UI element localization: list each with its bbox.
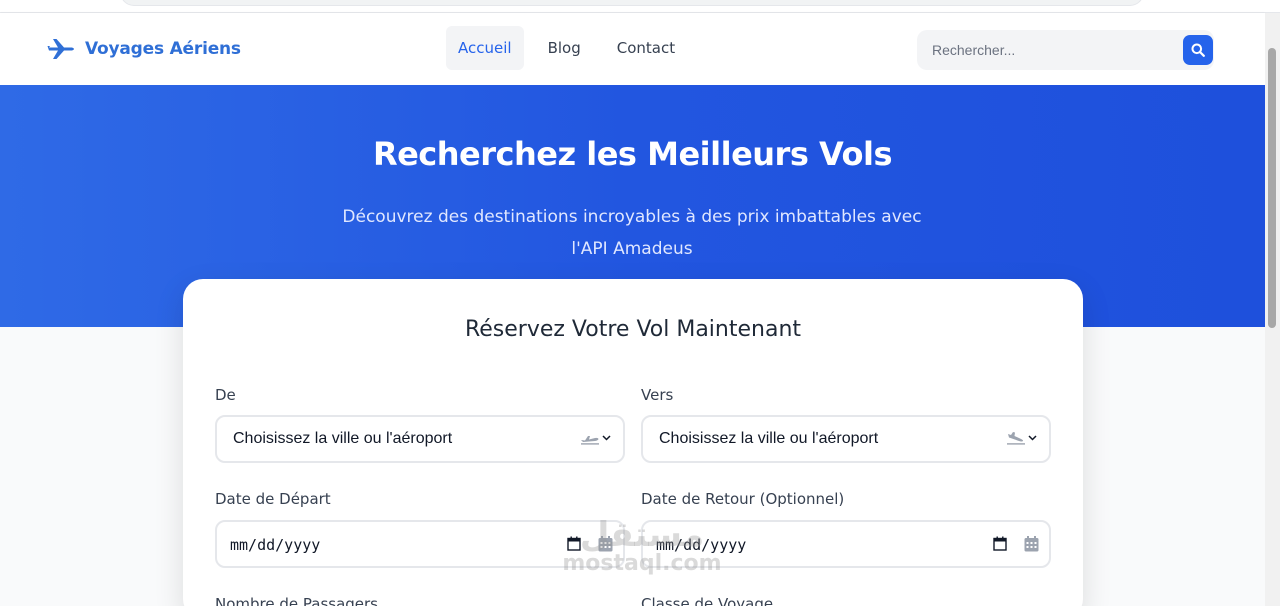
chevron-down-icon [602,435,611,441]
from-select[interactable]: Choisissez la ville ou l'aéroport [215,415,625,463]
plane-departure-icon [581,436,599,445]
hero-title: Recherchez les Meilleurs Vols [372,135,893,173]
booking-title: Réservez Votre Vol Maintenant [464,317,802,342]
plane-arrival-icon [1007,432,1025,445]
to-select[interactable]: Choisissez la ville ou l'aéroport [641,415,1051,463]
hero-subtitle: Découvrez des destinations incroyables à… [342,207,922,259]
class-label: Classe de Voyage [641,595,774,606]
browser-top-strip [0,0,1280,13]
nav-links: Accueil Blog Contact [446,26,699,70]
calendar-decor-icon [1024,536,1039,552]
search-icon [1191,43,1205,57]
watermark-latin: mostaql.com [562,551,722,576]
nav-link-contact[interactable]: Contact [605,26,687,70]
to-label: Vers [641,386,674,404]
passengers-label: Nombre de Passagers [215,595,379,606]
departure-date-value: mm/dd/yyyy [230,536,321,554]
navbar: Voyages Aériens Accueil Blog Contact [0,13,1265,85]
nav-link-accueil[interactable]: Accueil [446,26,524,70]
nav-link-blog[interactable]: Blog [536,26,593,70]
brand-name: Voyages Aériens [85,39,241,59]
return-date-label: Date de Retour (Optionnel) [641,490,845,508]
search-box [917,30,1214,70]
chevron-down-icon [1028,435,1037,441]
plane-icon [47,39,74,59]
search-input[interactable] [917,30,1177,70]
watermark: مستقل mostaql.com [562,518,722,576]
from-label: De [215,386,236,404]
browser-address-bar [120,0,1144,6]
to-select-value: Choisissez la ville ou l'aéroport [659,430,879,447]
watermark-arabic: مستقل [579,515,705,555]
search-button[interactable] [1183,35,1213,65]
brand-logo[interactable]: Voyages Aériens [47,37,241,61]
departure-date-label: Date de Départ [215,490,331,508]
calendar-icon[interactable] [993,536,1007,551]
scrollbar-thumb[interactable] [1268,48,1276,328]
from-select-value: Choisissez la ville ou l'aéroport [233,430,453,447]
scrollbar[interactable] [1265,13,1280,606]
